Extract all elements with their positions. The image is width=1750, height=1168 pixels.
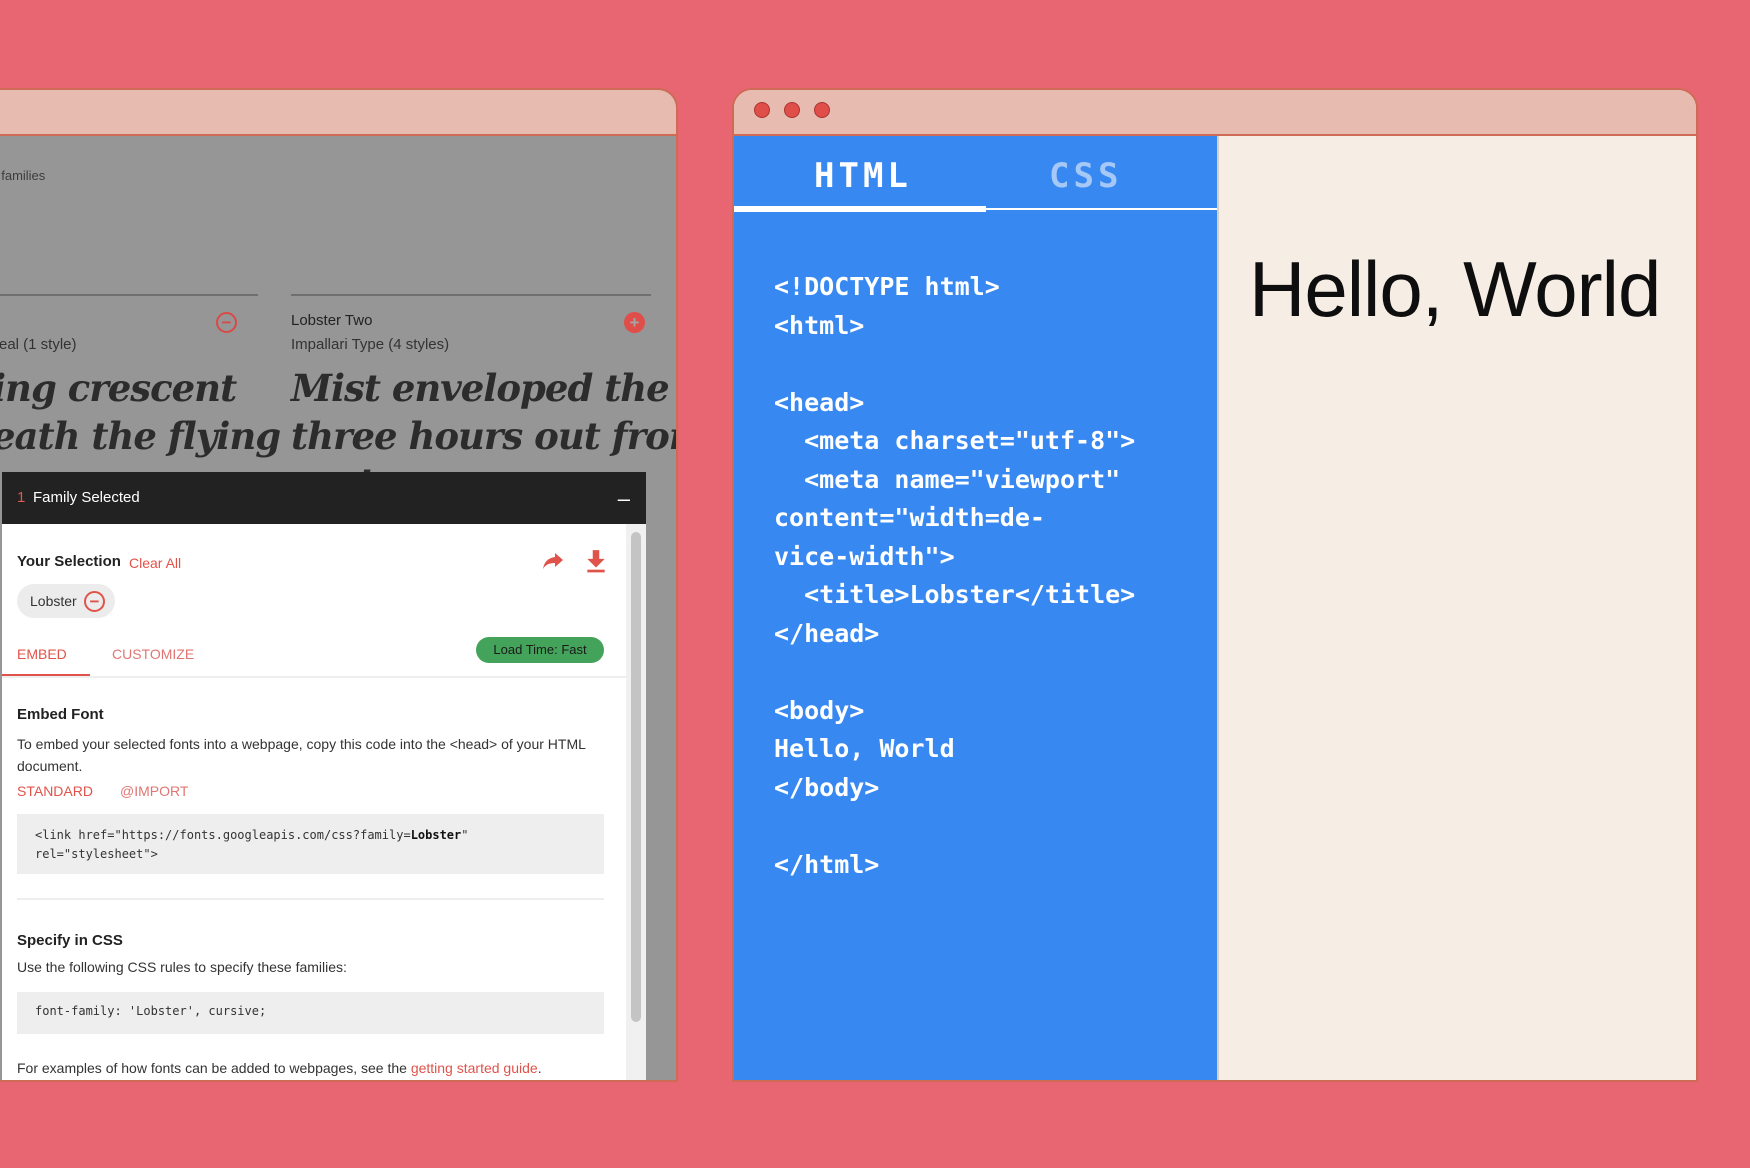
embed-description: To embed your selected fonts into a webp… (17, 736, 586, 774)
specify-css-description: Use the following CSS rules to specify t… (17, 959, 347, 975)
mode-import-button[interactable]: @IMPORT (120, 783, 188, 799)
code-part: <link href="https://fonts.googleapis.com… (35, 828, 411, 842)
tab-css[interactable]: CSS (1049, 156, 1122, 196)
download-icon[interactable] (583, 548, 609, 574)
section-divider (17, 898, 604, 900)
remove-chip-icon[interactable]: − (84, 591, 105, 612)
remove-family-icon[interactable]: − (216, 312, 237, 333)
add-family-icon[interactable]: + (624, 312, 645, 333)
examples-text-part: . (537, 1060, 542, 1076)
drawer-scrollbar-thumb[interactable] (631, 532, 641, 1022)
share-icon[interactable] (540, 548, 566, 572)
selected-count: 1 (17, 489, 26, 506)
css-code-snippet[interactable]: font-family: 'Lobster', cursive; (17, 992, 604, 1034)
getting-started-link[interactable]: getting started guide (411, 1060, 538, 1076)
card-font-name[interactable]: Lobster Two (291, 312, 372, 329)
active-tab-indicator (734, 206, 986, 212)
collapse-drawer-button[interactable]: – (618, 486, 630, 512)
google-fonts-window: t families real (1 style) − ing crescent… (0, 88, 678, 1082)
clear-all-button[interactable]: Clear All (129, 555, 181, 571)
families-label: t families (0, 168, 46, 183)
card-meta: real (1 style) (0, 336, 77, 353)
selection-drawer: 1 Family Selected – Your Selection Clear… (2, 472, 646, 1080)
font-specimen-line: ing crescent (0, 366, 237, 410)
specify-css-title: Specify in CSS (17, 932, 123, 949)
chip-label: Lobster (30, 593, 77, 609)
window-minimize-dot[interactable] (784, 102, 800, 118)
drawer-title: Family Selected (33, 489, 140, 506)
load-time-badge: Load Time: Fast (476, 637, 604, 663)
font-specimen-line: three hours out from (291, 414, 678, 458)
tab-embed[interactable]: EMBED (17, 646, 67, 662)
preview-output: Hello, World (1249, 245, 1661, 333)
window-close-dot[interactable] (754, 102, 770, 118)
right-window-titlebar (734, 90, 1696, 136)
window-maximize-dot[interactable] (814, 102, 830, 118)
font-specimen-line: Mist enveloped the ship (291, 366, 676, 410)
embed-code-snippet[interactable]: <link href="https://fonts.googleapis.com… (17, 814, 604, 874)
font-listing: t families real (1 style) − ing crescent… (0, 136, 676, 1080)
card-divider (291, 294, 651, 296)
editor-window: HTML CSS <!DOCTYPE html> <html> <head> <… (732, 88, 1698, 1082)
card-divider (0, 294, 258, 296)
selected-font-chip: Lobster − (17, 584, 115, 618)
examples-text: For examples of how fonts can be added t… (17, 1060, 542, 1076)
tab-html[interactable]: HTML (814, 156, 912, 196)
left-window-titlebar (0, 90, 676, 136)
examples-text-part: For examples of how fonts can be added t… (17, 1060, 411, 1076)
mode-standard-button[interactable]: STANDARD (17, 783, 93, 799)
tabs-divider (2, 676, 626, 678)
code-editor: HTML CSS <!DOCTYPE html> <html> <head> <… (734, 136, 1217, 1080)
embed-font-title: Embed Font (17, 706, 104, 723)
card-meta: Impallari Type (4 styles) (291, 336, 450, 353)
drawer-header[interactable]: 1 Family Selected – (2, 472, 646, 524)
selection-title: Your Selection (17, 553, 121, 570)
preview-pane: Hello, World (1217, 136, 1696, 1080)
html-code[interactable]: <!DOCTYPE html> <html> <head> <meta char… (774, 268, 1135, 884)
font-specimen-line: eath the flying (0, 414, 281, 458)
code-font-name: Lobster (410, 828, 462, 842)
tab-customize[interactable]: CUSTOMIZE (112, 646, 194, 662)
